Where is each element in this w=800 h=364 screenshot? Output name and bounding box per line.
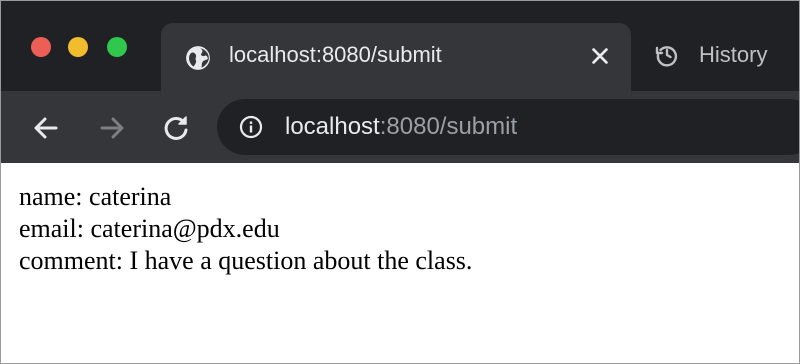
comment-line: comment: I have a question about the cla…	[19, 246, 473, 275]
tab-history[interactable]: History	[649, 31, 799, 81]
arrow-right-icon[interactable]	[97, 113, 127, 143]
tab-active[interactable]: localhost:8080/submit	[161, 23, 631, 93]
window-maximize-button[interactable]	[107, 37, 127, 57]
address-bar[interactable]: localhost:8080/submit	[217, 99, 799, 155]
window-close-button[interactable]	[31, 37, 51, 57]
info-icon[interactable]	[239, 115, 263, 139]
history-icon	[655, 46, 678, 67]
toolbar: localhost:8080/submit	[1, 91, 799, 163]
window-minimize-button[interactable]	[68, 37, 88, 57]
reload-icon[interactable]	[161, 113, 191, 143]
globe-icon	[186, 46, 210, 70]
arrow-left-icon[interactable]	[31, 113, 61, 143]
tab-title: localhost:8080/submit	[229, 42, 442, 67]
url-host: localhost	[285, 113, 380, 140]
browser-window: localhost:8080/submit History localhost:…	[0, 0, 800, 364]
email-line: email: caterina@pdx.edu	[19, 214, 280, 243]
tab-history-label: History	[699, 42, 768, 67]
page-content: name: caterina email: caterina@pdx.edu c…	[1, 163, 799, 277]
tab-strip: localhost:8080/submit History	[1, 1, 799, 93]
name-line: name: caterina	[19, 182, 172, 211]
close-icon[interactable]	[589, 45, 611, 67]
url-path: :8080/submit	[379, 113, 518, 140]
url-text[interactable]: localhost:8080/submit	[285, 113, 517, 141]
